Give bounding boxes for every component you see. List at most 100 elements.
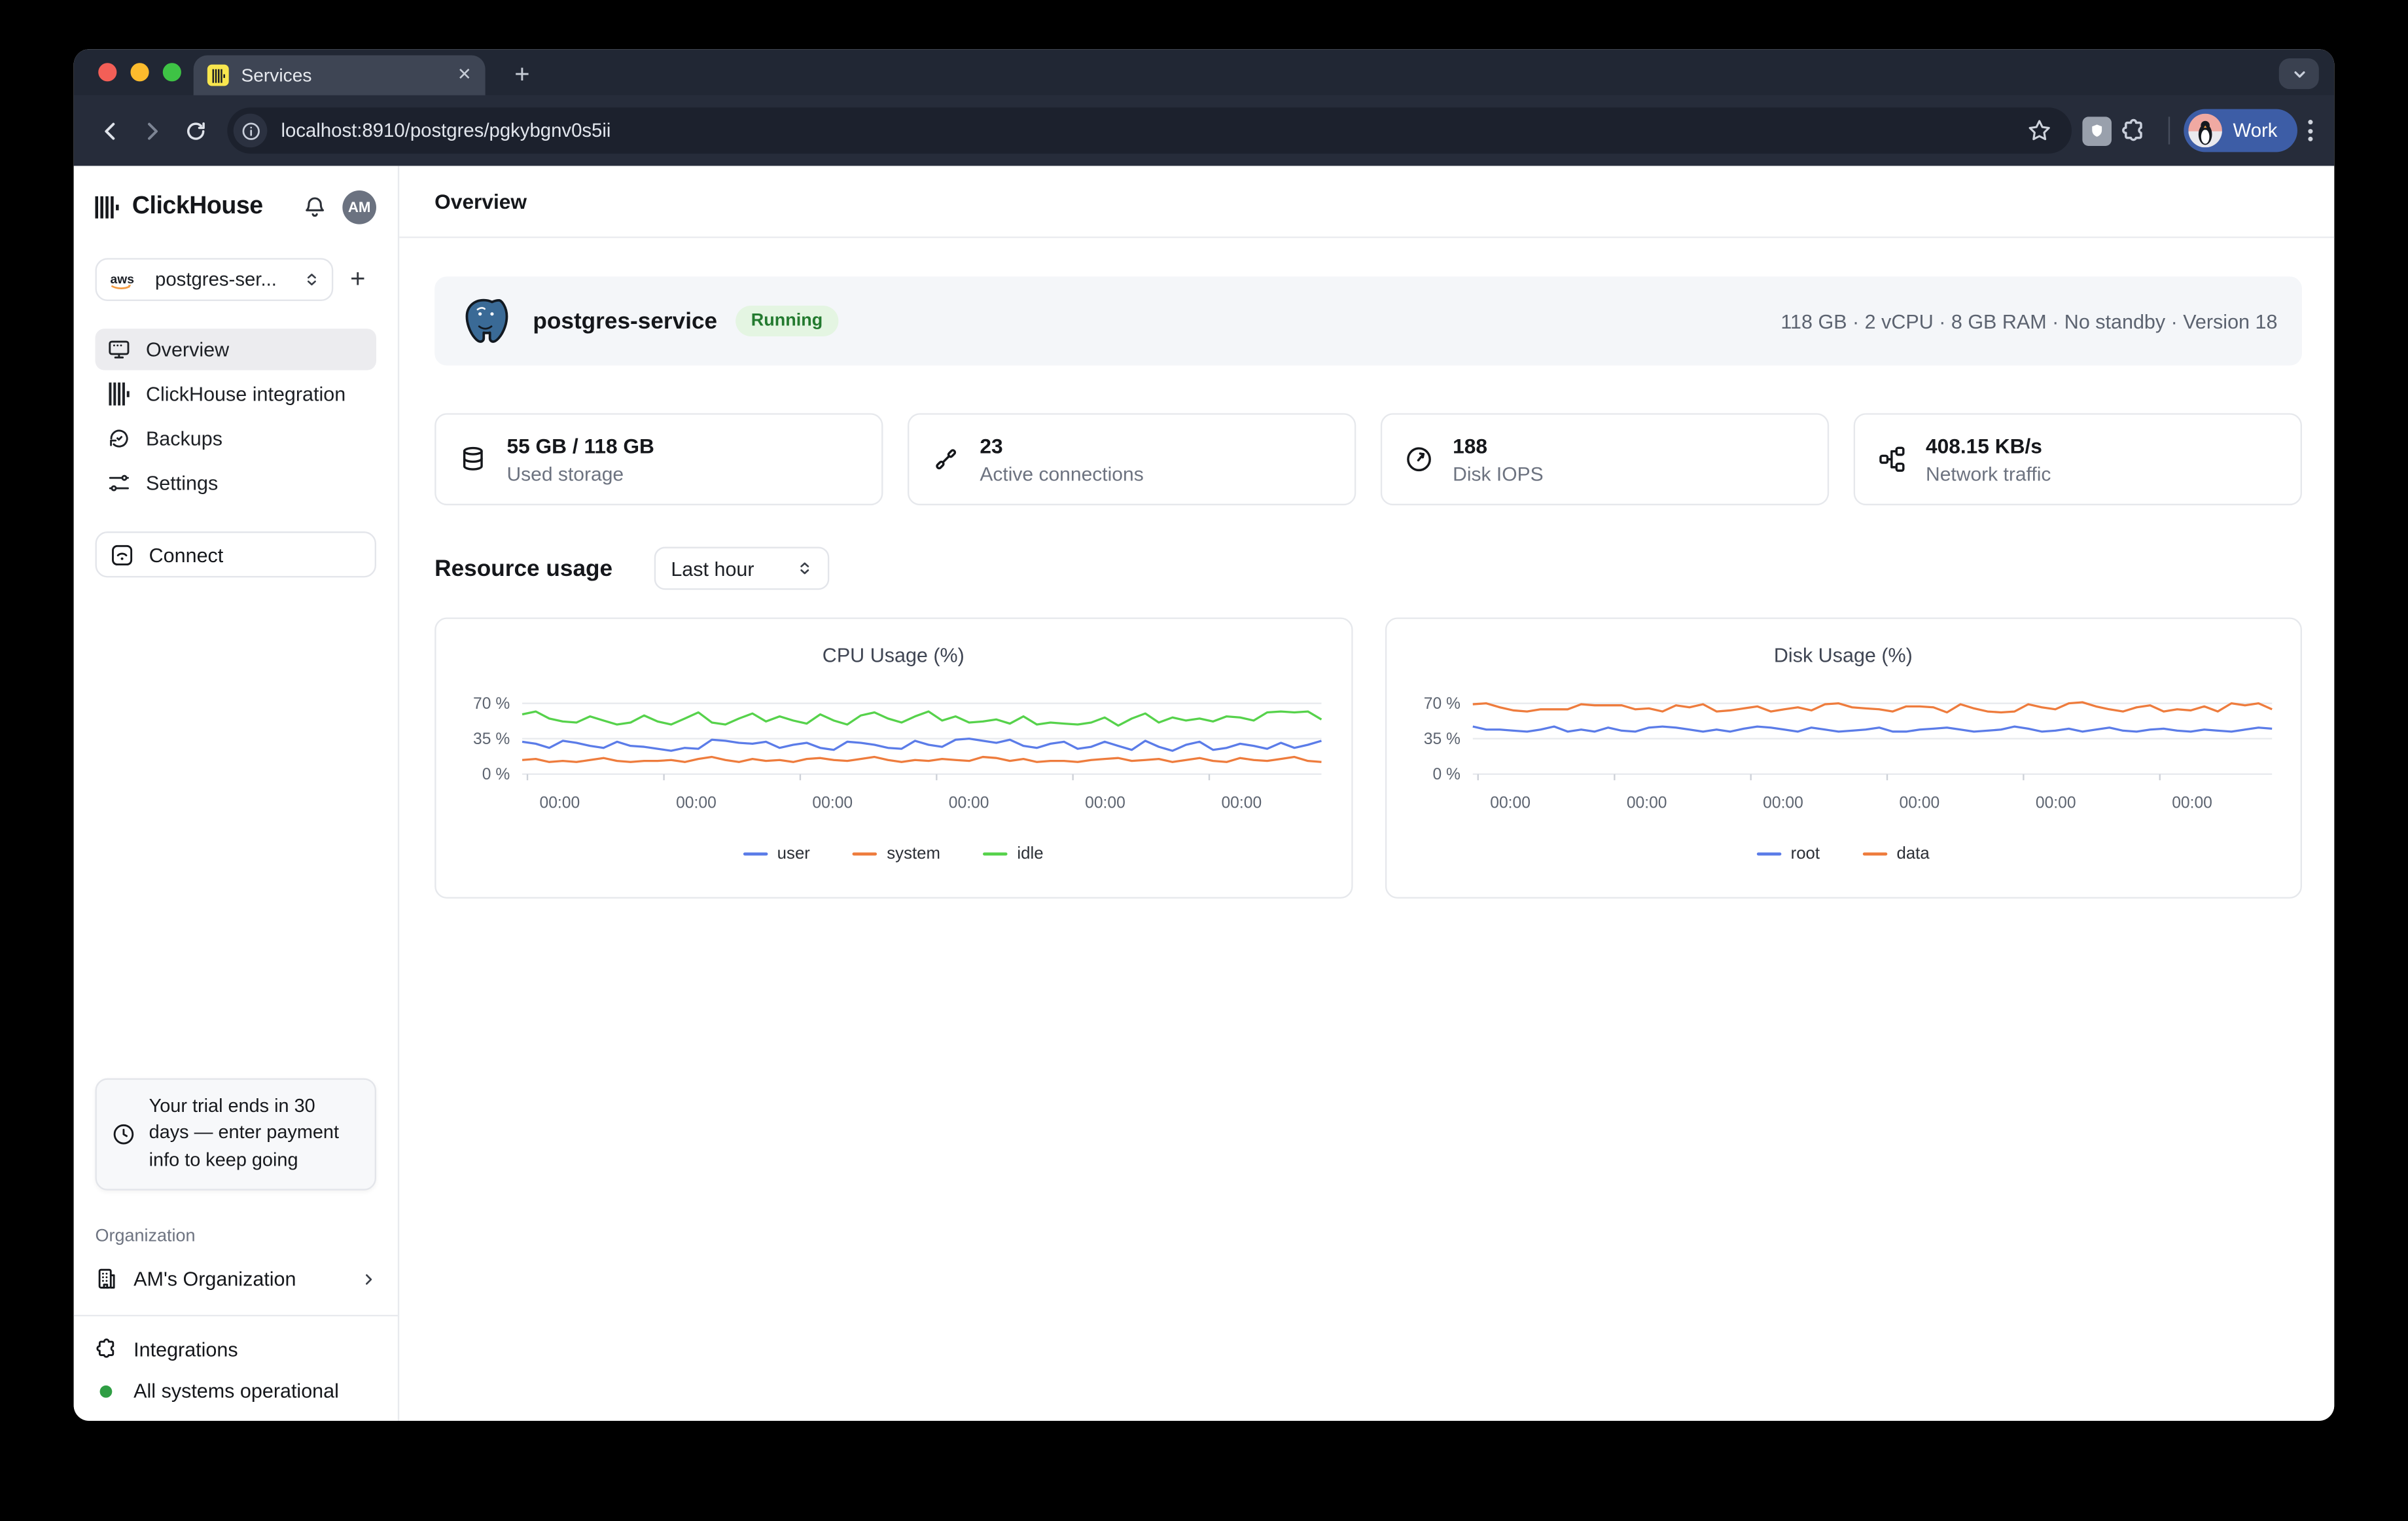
stat-card-disk-iops: 188Disk IOPS [1381,413,1829,505]
legend-swatch-icon [983,853,1008,856]
browser-toolbar: localhost:8910/postgres/pgkybgnv0s5ii Wo… [74,96,2335,166]
stat-label: Network traffic [1926,461,2051,484]
svg-text:00:00: 00:00 [2035,794,2076,812]
legend-label: system [887,845,940,863]
sidebar-divider [74,1315,398,1316]
select-updown-icon [797,559,812,577]
minimize-window-button[interactable] [130,63,149,81]
svg-text:00:00: 00:00 [1762,794,1803,812]
database-icon [459,446,487,473]
legend-item-root: root [1757,845,1820,863]
site-info-icon[interactable] [234,114,268,148]
browser-tab[interactable]: Services ✕ [194,55,486,95]
chart-title: Disk Usage (%) [1386,643,2301,666]
sidebar-item-settings[interactable]: Settings [96,462,376,503]
legend-item-user: user [743,845,810,863]
stat-value: 55 GB / 118 GB [506,434,654,457]
svg-text:00:00: 00:00 [949,794,989,812]
resource-usage-heading: Resource usage [434,555,612,581]
tab-search-button[interactable] [2279,58,2319,89]
stat-card-network-traffic: 408.15 KB/sNetwork traffic [1854,413,2302,505]
reload-button[interactable] [173,109,217,152]
legend-swatch-icon [1757,853,1782,856]
profile-chip[interactable]: Work [2184,109,2297,152]
toolbar-divider [2169,116,2170,144]
organization-label: Organization [96,1227,376,1245]
select-updown-icon [304,270,319,289]
stats-row: 55 GB / 118 GB Used storage 23 Active conne… [434,413,2302,505]
main-area: Overview postgres-service Running 118 GB… [399,166,2334,1420]
clickhouse-favicon-icon [207,65,229,86]
clickhouse-logo-icon[interactable] [96,195,120,220]
connect-icon [111,543,133,566]
sidebar-item-label: Settings [146,471,218,494]
adblock-extension-icon[interactable] [2083,116,2112,145]
stat-label: Active connections [980,461,1143,484]
extensions-puzzle-icon[interactable] [2112,109,2155,152]
legend-swatch-icon [853,853,878,856]
charts-row: CPU Usage (%) 0 % 35 % 70 % 00:00 00:00 00:00 0… [434,617,2302,898]
chart-title: CPU Usage (%) [436,643,1351,666]
bookmark-star-icon[interactable] [2023,109,2057,152]
browser-menu-icon[interactable] [2308,120,2312,141]
close-tab-icon[interactable]: ✕ [457,67,472,84]
series-root [1472,726,2271,732]
close-window-button[interactable] [98,63,116,81]
window-controls [98,63,181,81]
clickhouse-bars-icon [107,382,130,405]
svg-text:00:00: 00:00 [1626,794,1667,812]
service-selector[interactable]: aws postgres-ser... [96,258,334,301]
svg-text:35 %: 35 % [1423,730,1460,748]
profile-avatar [2188,114,2222,148]
stat-value: 23 [980,434,1143,457]
url-text: localhost:8910/postgres/pgkybgnv0s5ii [281,120,2008,141]
profile-label: Work [2233,120,2278,141]
puzzle-icon [96,1338,118,1361]
sidebar-item-clickhouse-integration[interactable]: ClickHouse integration [96,373,376,414]
service-selector-value: postgres-ser... [155,269,293,291]
legend-item-system: system [853,845,940,863]
brand-name[interactable]: ClickHouse [132,194,303,221]
integrations-link[interactable]: Integrations [96,1338,376,1361]
svg-text:aws: aws [111,272,134,286]
series-user [522,739,1321,751]
forward-button[interactable] [130,109,173,152]
svg-text:0 %: 0 % [1432,766,1460,783]
connect-button[interactable]: Connect [96,531,376,577]
gauge-icon [1405,446,1432,473]
chart-plot: 0 %35 %70 %00:0000:0000:0000:0000:0000:0… [436,676,1351,836]
svg-text:00:00: 00:00 [1085,794,1125,812]
add-service-button[interactable]: + [340,264,376,295]
user-avatar[interactable]: AM [342,190,376,224]
sidebar-item-overview[interactable]: Overview [96,329,376,370]
legend-item-idle: idle [983,845,1044,863]
legend-label: idle [1017,845,1043,863]
sidebar-item-label: Overview [146,338,229,361]
organization-row[interactable]: AM's Organization [96,1267,376,1290]
tab-strip: Services ✕ + [74,49,2335,95]
history-icon [107,427,130,450]
svg-text:35 %: 35 % [473,730,510,748]
new-tab-button[interactable]: + [508,65,536,86]
svg-text:70 %: 70 % [473,695,510,713]
service-name: postgres-service [533,308,717,334]
address-bar[interactable]: localhost:8910/postgres/pgkybgnv0s5ii [227,107,2072,153]
building-icon [96,1267,118,1290]
legend-swatch-icon [1863,853,1888,856]
network-icon [1878,446,1905,473]
time-range-value: Last hour [671,557,754,580]
clock-icon [112,1122,135,1145]
stat-value: 188 [1453,434,1544,457]
back-button[interactable] [88,109,131,152]
connections-icon [932,446,960,473]
time-range-select[interactable]: Last hour [654,546,830,590]
stat-label: Used storage [506,461,654,484]
svg-text:00:00: 00:00 [1898,794,1939,812]
notifications-bell-icon[interactable] [302,195,327,220]
system-status-link[interactable]: All systems operational [96,1380,376,1403]
legend-swatch-icon [743,853,768,856]
stat-card-active-connections: 23 Active connections [908,413,1356,505]
fullscreen-window-button[interactable] [163,63,181,81]
sidebar-item-backups[interactable]: Backups [96,418,376,459]
status-badge: Running [735,306,838,336]
